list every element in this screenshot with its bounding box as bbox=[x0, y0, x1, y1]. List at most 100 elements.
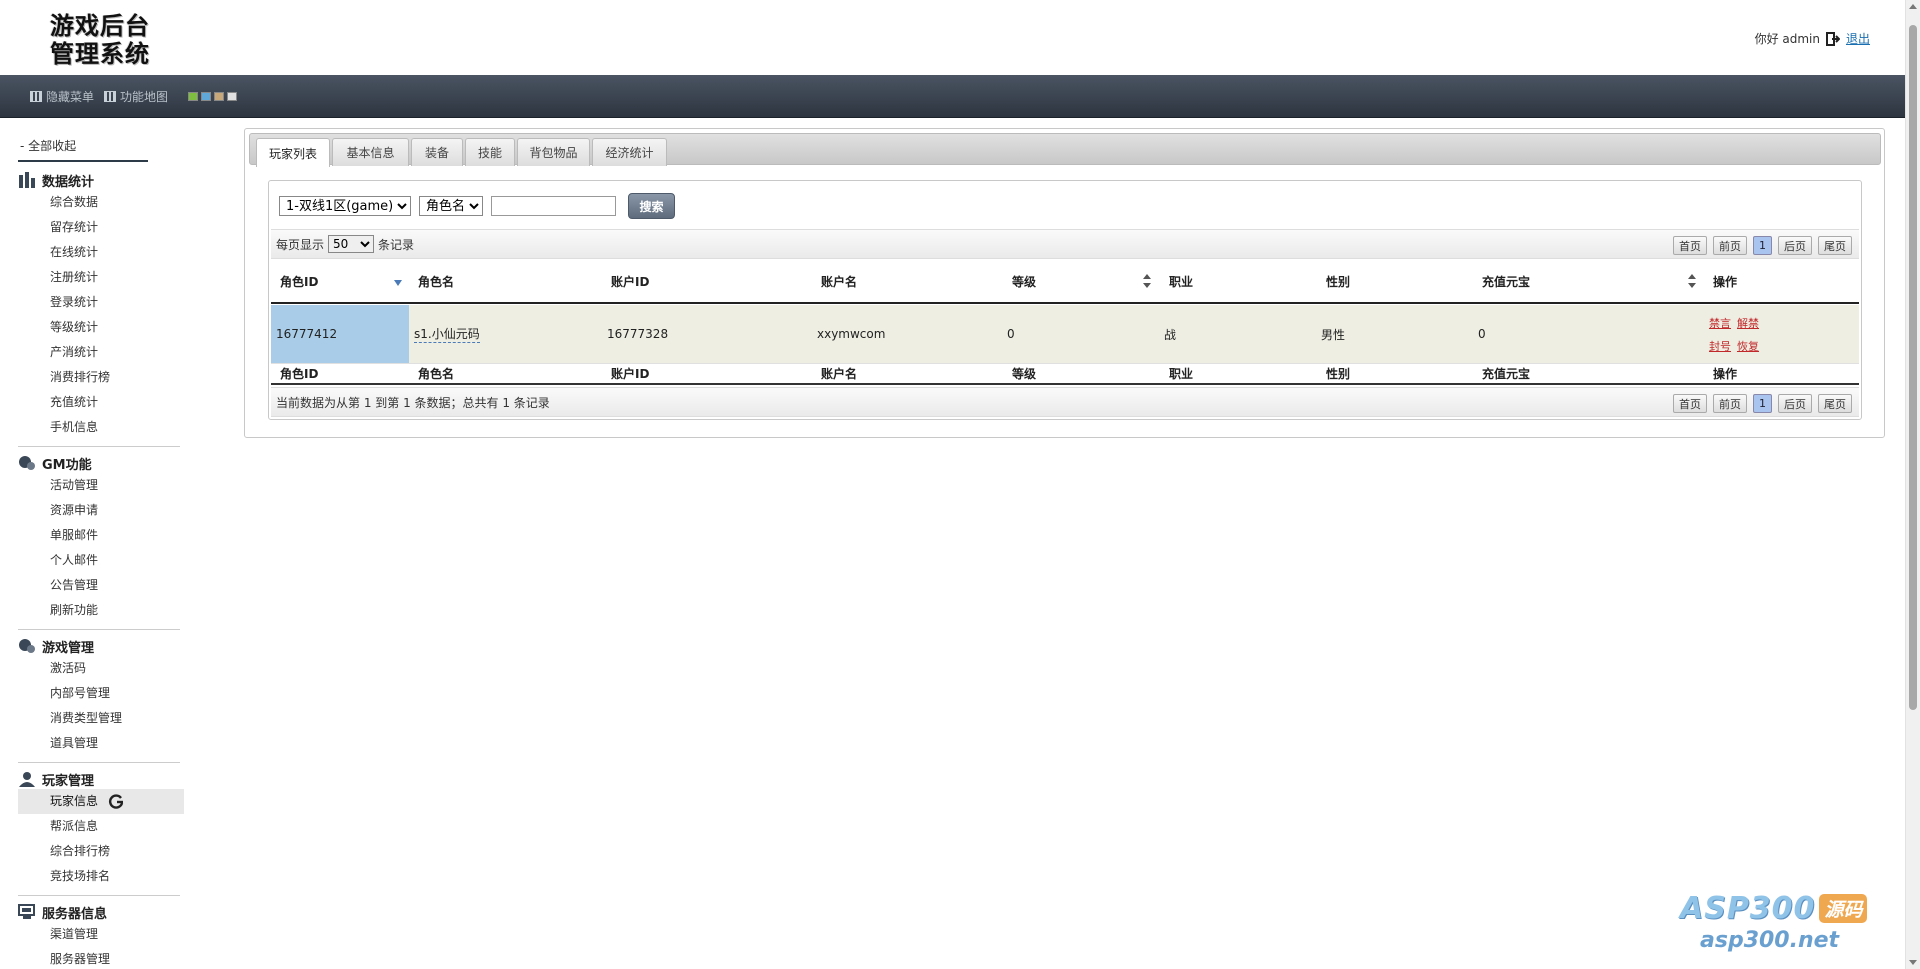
sidebar-item[interactable]: 竞技场排名 bbox=[18, 864, 180, 889]
next-page-button[interactable]: 后页 bbox=[1778, 236, 1812, 255]
skin-swatch[interactable] bbox=[188, 91, 199, 101]
sidebar-item[interactable]: 等级统计 bbox=[18, 315, 180, 340]
list-bottom-bar: 当前数据为从第 1 到第 1 条数据；总共有 1 条记录 首页 前页 1 后页 … bbox=[271, 387, 1859, 417]
list-top-bar: 每页显示 50 条记录 首页 前页 1 后页 尾页 bbox=[271, 229, 1859, 259]
sidebar-item[interactable]: 公告管理 bbox=[18, 573, 180, 598]
collapse-all-button[interactable]: - 全部收起 bbox=[18, 130, 148, 162]
watermark: ASP300 源码 asp300.net bbox=[1680, 891, 1880, 961]
col-account-id[interactable]: 账户ID bbox=[611, 260, 649, 302]
sidebar-item[interactable]: 资源申请 bbox=[18, 498, 180, 523]
col-gender[interactable]: 性别 bbox=[1326, 260, 1350, 302]
sidebar-item[interactable]: 在线统计 bbox=[18, 240, 180, 265]
tab-equipment[interactable]: 装备 bbox=[411, 138, 463, 166]
logout-link[interactable]: 退出 bbox=[1846, 30, 1870, 47]
hide-menu-label: 隐藏菜单 bbox=[46, 89, 95, 104]
watermark-site: asp300.net bbox=[1700, 928, 1840, 953]
tab-player-list[interactable]: 玩家列表 bbox=[256, 138, 330, 167]
page-scrollbar[interactable] bbox=[1905, 0, 1920, 969]
prev-page-button[interactable]: 前页 bbox=[1713, 394, 1747, 413]
sidebar-item[interactable]: 消费类型管理 bbox=[18, 706, 180, 731]
sidebar-item-label: 玩家信息 bbox=[50, 794, 99, 808]
scroll-up-icon[interactable] bbox=[1909, 4, 1917, 9]
per-page-select[interactable]: 50 bbox=[328, 235, 375, 253]
col-job[interactable]: 职业 bbox=[1169, 260, 1193, 302]
col-role-id[interactable]: 角色ID bbox=[280, 260, 318, 302]
mute-link[interactable]: 禁言 bbox=[1709, 315, 1731, 331]
sidebar-item-label: 消费类型管理 bbox=[50, 711, 123, 725]
tab-economy[interactable]: 经济统计 bbox=[592, 138, 667, 166]
menu-group-title[interactable]: GM功能 bbox=[18, 451, 180, 473]
per-page-suffix: 条记录 bbox=[378, 237, 415, 252]
current-page-button[interactable]: 1 bbox=[1753, 236, 1772, 255]
sidebar-item[interactable]: 服务器管理 bbox=[18, 947, 180, 969]
col-role-name[interactable]: 角色名 bbox=[418, 260, 454, 302]
watermark-brand: ASP300 bbox=[1680, 891, 1816, 926]
sidebar-item[interactable]: 单服邮件 bbox=[18, 523, 180, 548]
logout-icon[interactable] bbox=[1825, 31, 1841, 46]
tab-backpack[interactable]: 背包物品 bbox=[517, 138, 590, 166]
sidebar-item[interactable]: 消费排行榜 bbox=[18, 365, 180, 390]
hide-menu-button[interactable]: 隐藏菜单 bbox=[30, 88, 94, 105]
search-field-select[interactable]: 角色名 bbox=[419, 196, 483, 216]
scroll-thumb[interactable] bbox=[1909, 25, 1917, 710]
menu-group-title[interactable]: 服务器信息 bbox=[18, 900, 180, 922]
tab-skills[interactable]: 技能 bbox=[465, 138, 515, 166]
sidebar-item[interactable]: 个人邮件 bbox=[18, 548, 180, 573]
sidebar-item[interactable]: 注册统计 bbox=[18, 265, 180, 290]
sidebar-item[interactable]: 内部号管理 bbox=[18, 681, 180, 706]
next-page-button[interactable]: 后页 bbox=[1778, 394, 1812, 413]
sidebar-item[interactable]: 渠道管理 bbox=[18, 922, 180, 947]
sidebar-item[interactable]: 留存统计 bbox=[18, 215, 180, 240]
menu-group: 游戏管理激活码内部号管理消费类型管理道具管理 bbox=[18, 634, 180, 763]
sidebar-item[interactable]: 综合排行榜 bbox=[18, 839, 180, 864]
first-page-button[interactable]: 首页 bbox=[1673, 236, 1707, 255]
sidebar-item[interactable]: 活动管理 bbox=[18, 473, 180, 498]
tab-basic-info[interactable]: 基本信息 bbox=[332, 138, 409, 166]
skin-swatch[interactable] bbox=[227, 91, 238, 101]
menu-group-title[interactable]: 游戏管理 bbox=[18, 634, 180, 656]
search-input[interactable] bbox=[491, 196, 616, 216]
skin-swatch[interactable] bbox=[201, 91, 212, 101]
menu-group-title[interactable]: 玩家管理 bbox=[18, 767, 180, 789]
scroll-down-icon[interactable] bbox=[1909, 960, 1917, 965]
last-page-button[interactable]: 尾页 bbox=[1818, 394, 1852, 413]
unmute-link[interactable]: 解禁 bbox=[1737, 315, 1759, 331]
function-map-button[interactable]: 功能地图 bbox=[104, 88, 168, 105]
server-select[interactable]: 1-双线1区(game) bbox=[279, 196, 411, 216]
first-page-button[interactable]: 首页 bbox=[1673, 394, 1707, 413]
foot-level: 等级 bbox=[1012, 367, 1037, 381]
restore-link[interactable]: 恢复 bbox=[1737, 338, 1759, 354]
sidebar-item[interactable]: 玩家信息 bbox=[18, 789, 184, 814]
current-page-button[interactable]: 1 bbox=[1753, 394, 1772, 413]
sidebar-item[interactable]: 帮派信息 bbox=[18, 814, 180, 839]
refresh-icon[interactable] bbox=[108, 793, 124, 810]
bar-chart-icon bbox=[18, 172, 36, 188]
last-page-button[interactable]: 尾页 bbox=[1818, 236, 1852, 255]
prev-page-button[interactable]: 前页 bbox=[1713, 236, 1747, 255]
col-recharge[interactable]: 充值元宝 bbox=[1482, 260, 1530, 302]
col-level[interactable]: 等级 bbox=[1012, 260, 1036, 302]
skin-swatch[interactable] bbox=[214, 91, 225, 101]
sidebar-item[interactable]: 充值统计 bbox=[18, 390, 180, 415]
sidebar-item[interactable]: 手机信息 bbox=[18, 415, 180, 440]
top-toolbar: 隐藏菜单 功能地图 bbox=[0, 75, 1905, 118]
sidebar-item[interactable]: 激活码 bbox=[18, 656, 180, 681]
role-name-link[interactable]: s1.小仙元码 bbox=[414, 325, 480, 343]
sidebar-item[interactable]: 产消统计 bbox=[18, 340, 180, 365]
ban-link[interactable]: 封号 bbox=[1709, 338, 1731, 354]
menu-group-title[interactable]: 数据统计 bbox=[18, 168, 180, 190]
search-button[interactable]: 搜索 bbox=[628, 193, 675, 219]
menu-group-label: GM功能 bbox=[42, 457, 92, 473]
sidebar-item[interactable]: 刷新功能 bbox=[18, 598, 180, 623]
cell-recharge: 0 bbox=[1478, 327, 1486, 341]
table-row: 16777412 s1.小仙元码 16777328 xxymwcom 0 战 男… bbox=[271, 305, 1859, 363]
ops-line-2: 封号 恢复 bbox=[1709, 338, 1759, 354]
table-footer-header: 角色ID 角色名 账户ID 账户名 等级 职业 性别 充值元宝 操作 bbox=[271, 363, 1859, 385]
watermark-top: ASP300 源码 bbox=[1680, 891, 1880, 926]
sidebar-item[interactable]: 道具管理 bbox=[18, 731, 180, 756]
col-account-name[interactable]: 账户名 bbox=[821, 260, 857, 302]
sidebar-item-label: 激活码 bbox=[50, 661, 87, 675]
sidebar-item[interactable]: 综合数据 bbox=[18, 190, 180, 215]
skin-switcher bbox=[188, 91, 238, 101]
sidebar-item[interactable]: 登录统计 bbox=[18, 290, 180, 315]
